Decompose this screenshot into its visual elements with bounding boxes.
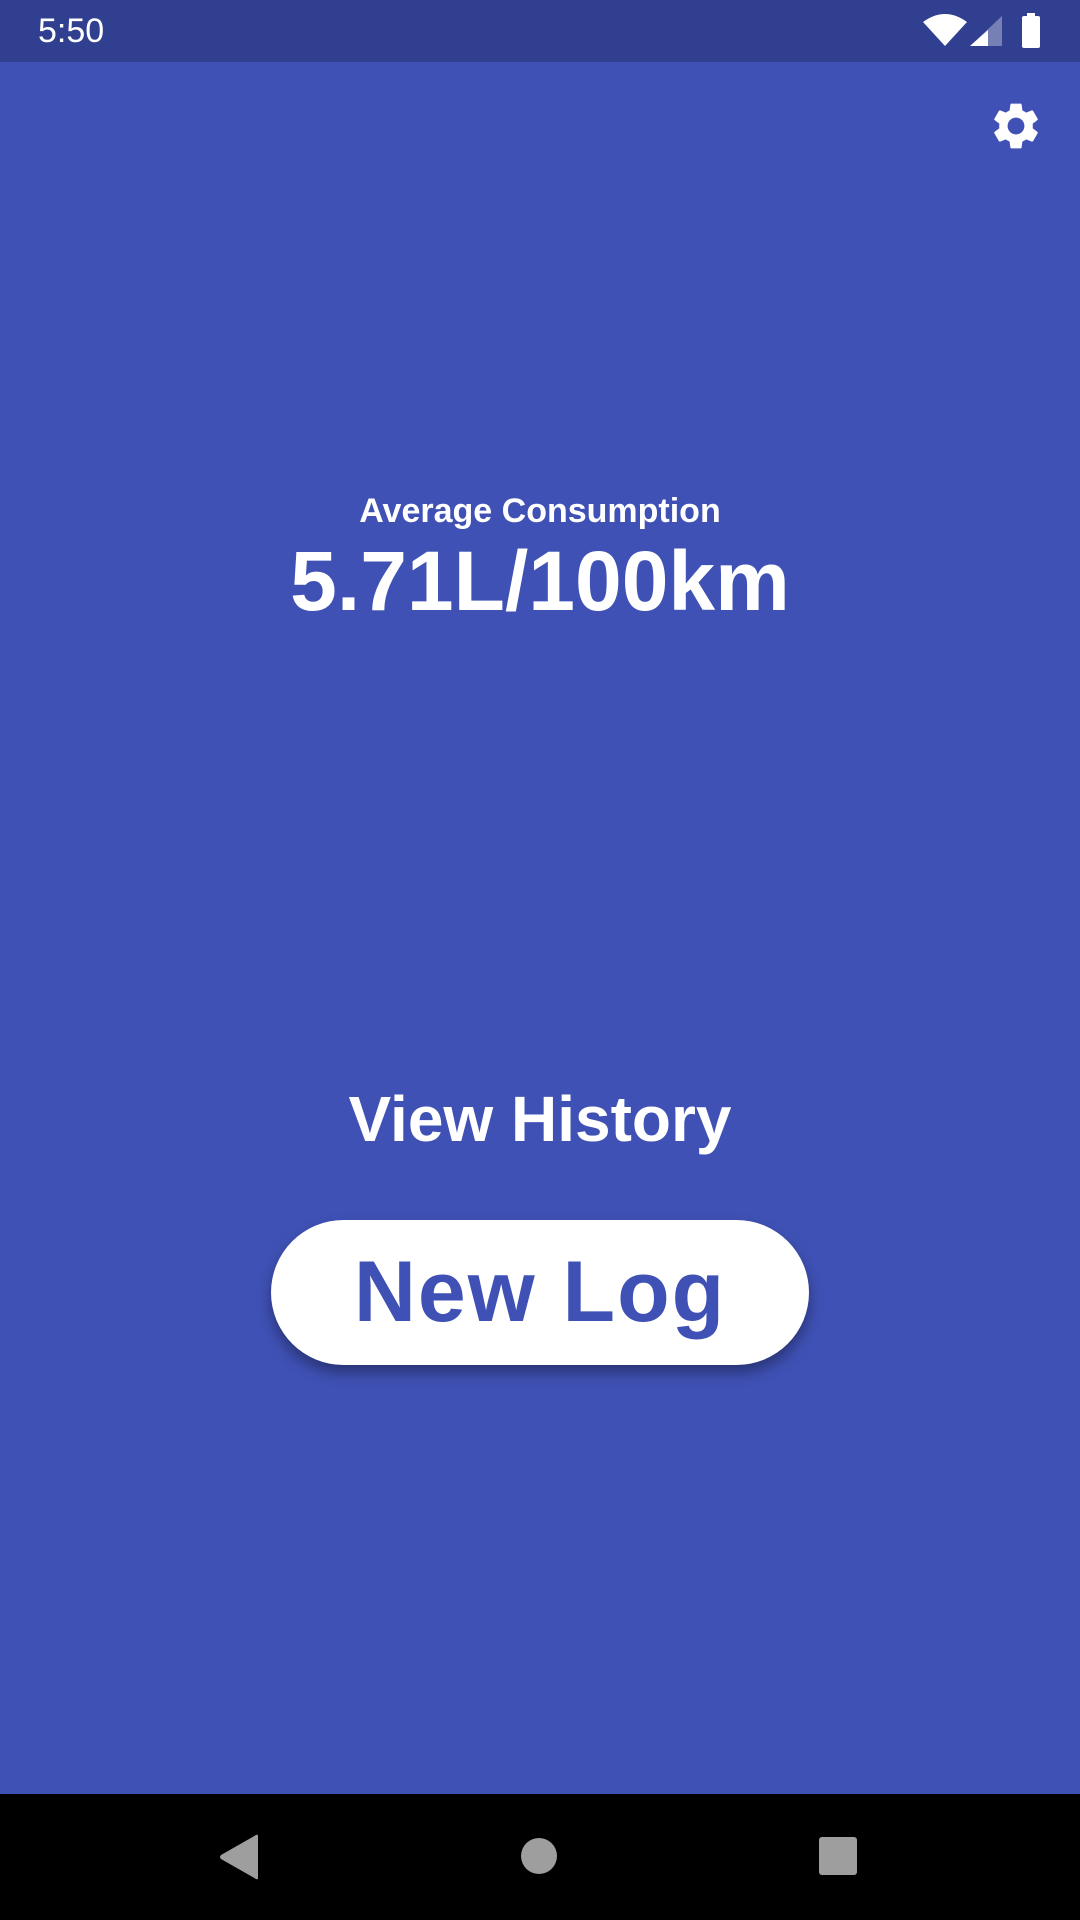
settings-gear-icon[interactable] <box>988 98 1044 154</box>
battery-icon <box>1022 13 1040 48</box>
new-log-button[interactable]: New Log <box>271 1220 809 1365</box>
status-bar: 5:50 <box>0 0 1080 62</box>
average-consumption-value: 5.71L/100km <box>290 534 790 628</box>
back-icon[interactable] <box>218 1834 260 1880</box>
home-icon[interactable] <box>520 1837 558 1875</box>
recents-icon[interactable] <box>818 1836 858 1876</box>
average-consumption-label: Average Consumption <box>359 492 721 530</box>
status-time: 5:50 <box>38 12 105 50</box>
view-history-button[interactable]: View History <box>0 1082 1080 1156</box>
navigation-bar <box>0 1794 1080 1920</box>
cell-signal-icon <box>970 16 1002 46</box>
wifi-icon <box>923 14 967 46</box>
